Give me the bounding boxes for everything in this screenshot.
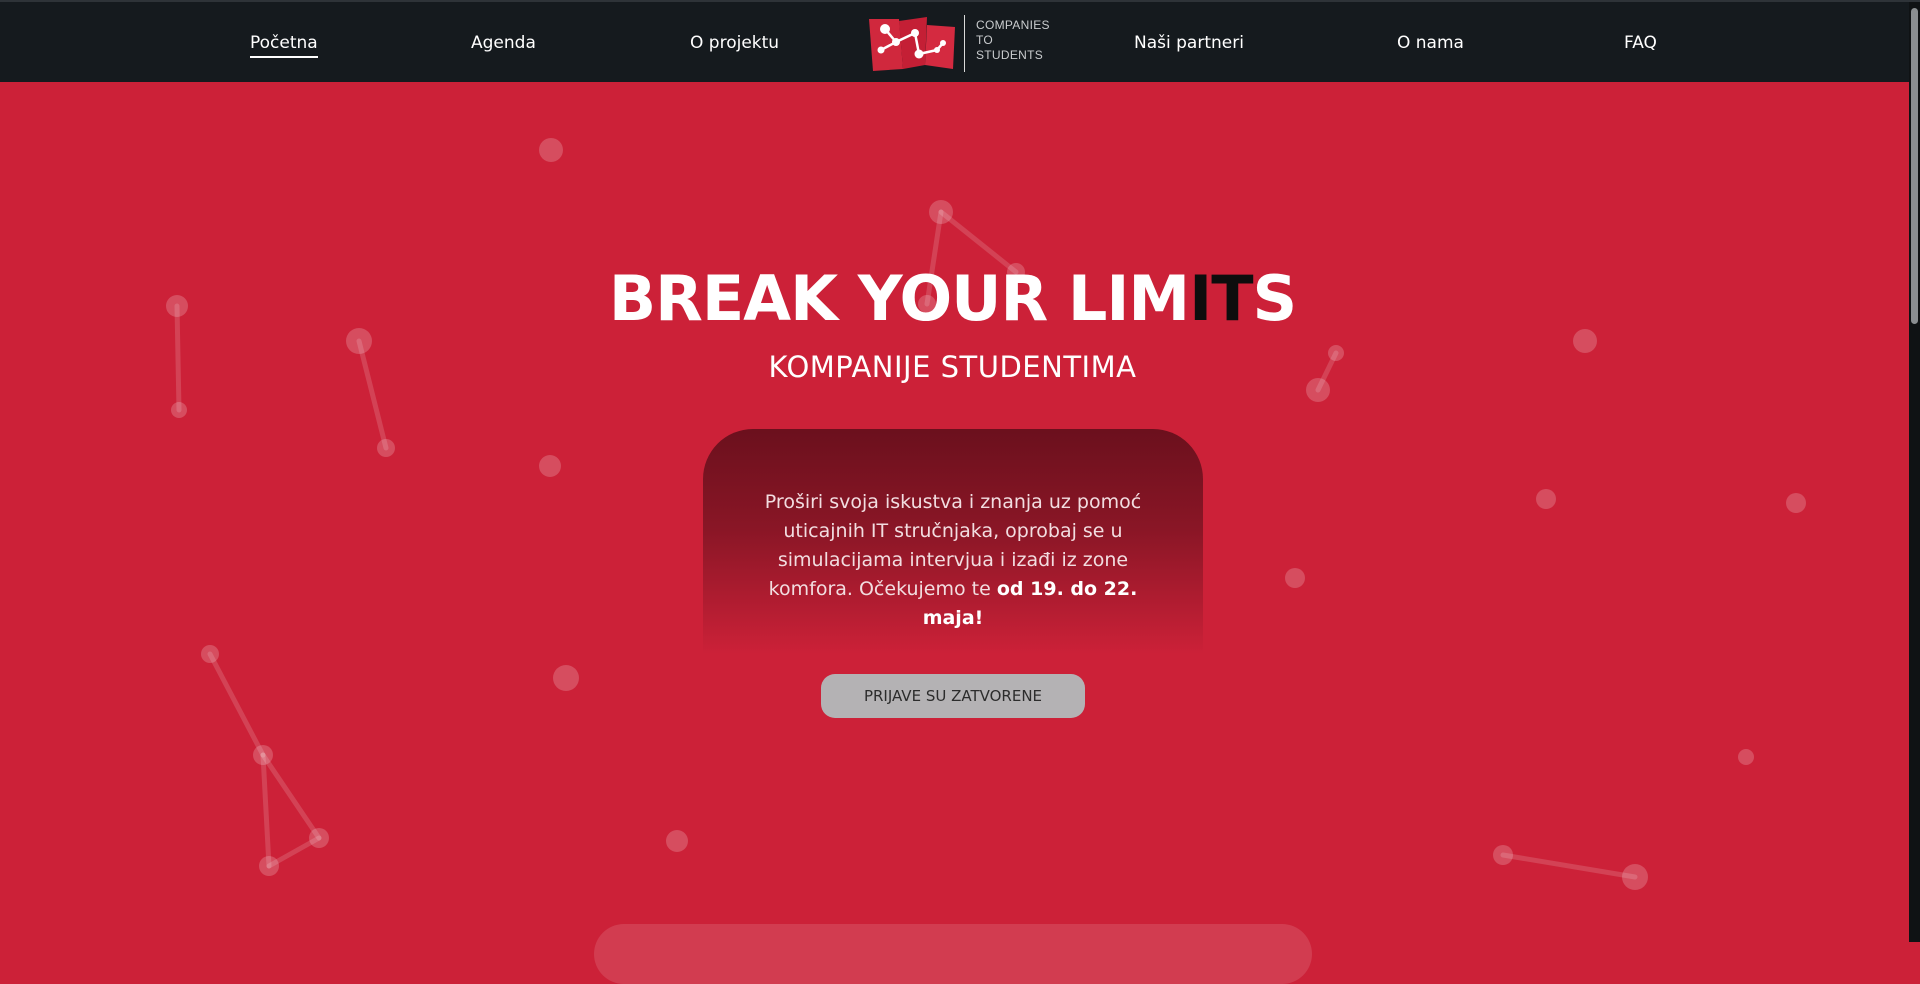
hero-subtitle: KOMPANIJE STUDENTIMA — [768, 350, 1137, 384]
logo-divider — [964, 15, 965, 72]
logo-line-students: STUDENTS — [976, 48, 1044, 62]
info-description: Proširi svoja iskustva i znanja uz pomoć… — [757, 488, 1149, 633]
next-section-card — [594, 924, 1312, 984]
hero-title: BREAK YOUR LIMITS — [0, 262, 1905, 335]
nav-link-faq[interactable]: FAQ — [1624, 33, 1657, 53]
page-scrollbar[interactable] — [1909, 2, 1920, 942]
scrollbar-thumb[interactable] — [1911, 8, 1918, 324]
site-logo[interactable]: COMPANIES TO STUDENTS — [869, 15, 1050, 72]
hero-title-it-highlight: IT — [1189, 262, 1253, 335]
nav-link-o-nama[interactable]: O nama — [1397, 33, 1464, 53]
nav-link-nasi-partneri[interactable]: Naši partneri — [1134, 33, 1244, 53]
logo-wordmark: COMPANIES TO STUDENTS — [976, 18, 1050, 63]
hero-title-light: BREAK YOUR LIM — [608, 262, 1190, 335]
logo-molecule-icon — [869, 17, 955, 71]
applications-closed-button[interactable]: PRIJAVE SU ZATVORENE — [821, 674, 1085, 718]
logo-line-to: TO — [976, 33, 994, 47]
main-navbar: Početna Agenda O projektu COMPANIES TO S… — [0, 2, 1909, 82]
nav-link-agenda[interactable]: Agenda — [471, 33, 536, 53]
nav-link-pocetna[interactable]: Početna — [250, 33, 318, 58]
hero-title-end: S — [1252, 262, 1298, 335]
nav-link-o-projektu[interactable]: O projektu — [690, 33, 779, 53]
logo-line-companies: COMPANIES — [976, 18, 1050, 32]
